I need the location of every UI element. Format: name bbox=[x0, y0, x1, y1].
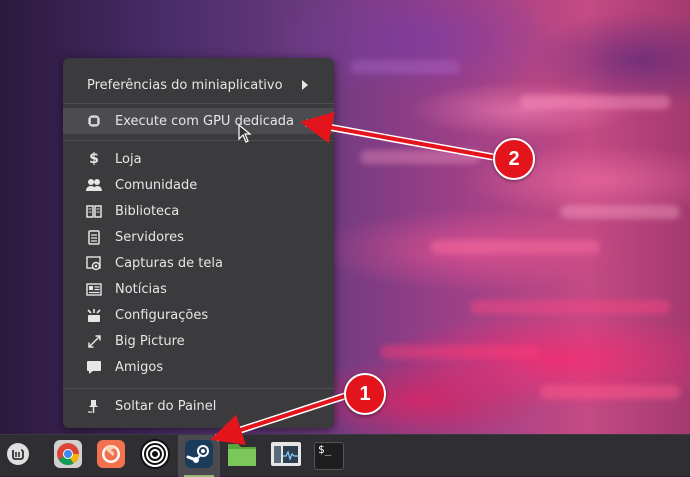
menu-item-unpin-panel[interactable]: Soltar do Painel bbox=[63, 393, 334, 419]
server-icon bbox=[86, 229, 102, 245]
menu-item-label: Servidores bbox=[115, 229, 184, 245]
menu-separator bbox=[63, 140, 334, 141]
menu-item-label: Notícias bbox=[115, 281, 167, 297]
menu-item-label: Amigos bbox=[115, 359, 164, 375]
news-icon bbox=[86, 281, 102, 297]
taskbar-terminal[interactable]: $_ bbox=[310, 435, 348, 477]
menu-item-label: Loja bbox=[115, 151, 142, 167]
taskbar-system-monitor[interactable] bbox=[267, 435, 305, 477]
taskbar-firefox[interactable] bbox=[92, 435, 130, 477]
menu-item-screenshots[interactable]: Capturas de tela bbox=[63, 250, 334, 276]
menu-item-run-dedicated-gpu[interactable]: Execute com GPU dedicada bbox=[63, 108, 334, 134]
menu-item-community[interactable]: Comunidade bbox=[63, 172, 334, 198]
chevron-right-icon bbox=[302, 80, 308, 90]
menu-item-label: Preferências do miniaplicativo bbox=[87, 77, 283, 93]
menu-separator bbox=[63, 103, 334, 104]
files-icon bbox=[226, 440, 258, 472]
menu-item-label: Execute com GPU dedicada bbox=[115, 113, 295, 129]
mouse-cursor-icon bbox=[238, 124, 252, 143]
settings-icon bbox=[86, 307, 102, 323]
linux-mint-menu-button[interactable] bbox=[0, 435, 36, 477]
terminal-icon: $_ bbox=[314, 442, 344, 470]
menu-item-label: Soltar do Painel bbox=[115, 398, 217, 414]
linux-mint-menu-icon bbox=[6, 442, 30, 470]
unpin-icon bbox=[86, 398, 102, 414]
menu-item-settings[interactable]: Configurações bbox=[63, 302, 334, 328]
menu-separator bbox=[63, 388, 334, 389]
menu-item-store[interactable]: $ Loja bbox=[63, 146, 334, 172]
menu-item-label: Capturas de tela bbox=[115, 255, 223, 271]
taskbar-steam[interactable] bbox=[178, 435, 220, 477]
annotation-badge-1: 1 bbox=[344, 373, 386, 415]
menu-item-applet-preferences[interactable]: Preferências do miniaplicativo bbox=[63, 72, 334, 98]
menu-item-label: Comunidade bbox=[115, 177, 198, 193]
people-icon bbox=[86, 177, 102, 193]
firefox-icon bbox=[96, 439, 126, 473]
menu-item-label: Configurações bbox=[115, 307, 209, 323]
taskbar-circles-app[interactable] bbox=[136, 435, 174, 477]
chip-icon bbox=[86, 113, 102, 129]
circles-app-icon bbox=[139, 438, 171, 474]
annotation-badge-2: 2 bbox=[493, 138, 535, 180]
expand-icon bbox=[86, 333, 102, 349]
steam-context-menu: Preferências do miniaplicativo Execute c… bbox=[63, 58, 334, 428]
menu-item-label: Big Picture bbox=[115, 333, 185, 349]
menu-item-label: Biblioteca bbox=[115, 203, 180, 219]
menu-item-big-picture[interactable]: Big Picture bbox=[63, 328, 334, 354]
menu-item-news[interactable]: Notícias bbox=[63, 276, 334, 302]
menu-item-friends[interactable]: Amigos bbox=[63, 354, 334, 380]
system-monitor-icon bbox=[270, 440, 302, 472]
taskbar-chrome[interactable] bbox=[49, 435, 87, 477]
menu-item-library[interactable]: Biblioteca bbox=[63, 198, 334, 224]
chrome-icon bbox=[53, 439, 83, 473]
chat-icon bbox=[86, 359, 102, 375]
taskbar: $_ bbox=[0, 434, 690, 477]
steam-icon bbox=[184, 439, 214, 473]
book-icon bbox=[86, 203, 102, 219]
dollar-icon: $ bbox=[89, 151, 99, 167]
taskbar-files[interactable] bbox=[223, 435, 261, 477]
menu-item-servers[interactable]: Servidores bbox=[63, 224, 334, 250]
screenshot-icon bbox=[86, 255, 102, 271]
